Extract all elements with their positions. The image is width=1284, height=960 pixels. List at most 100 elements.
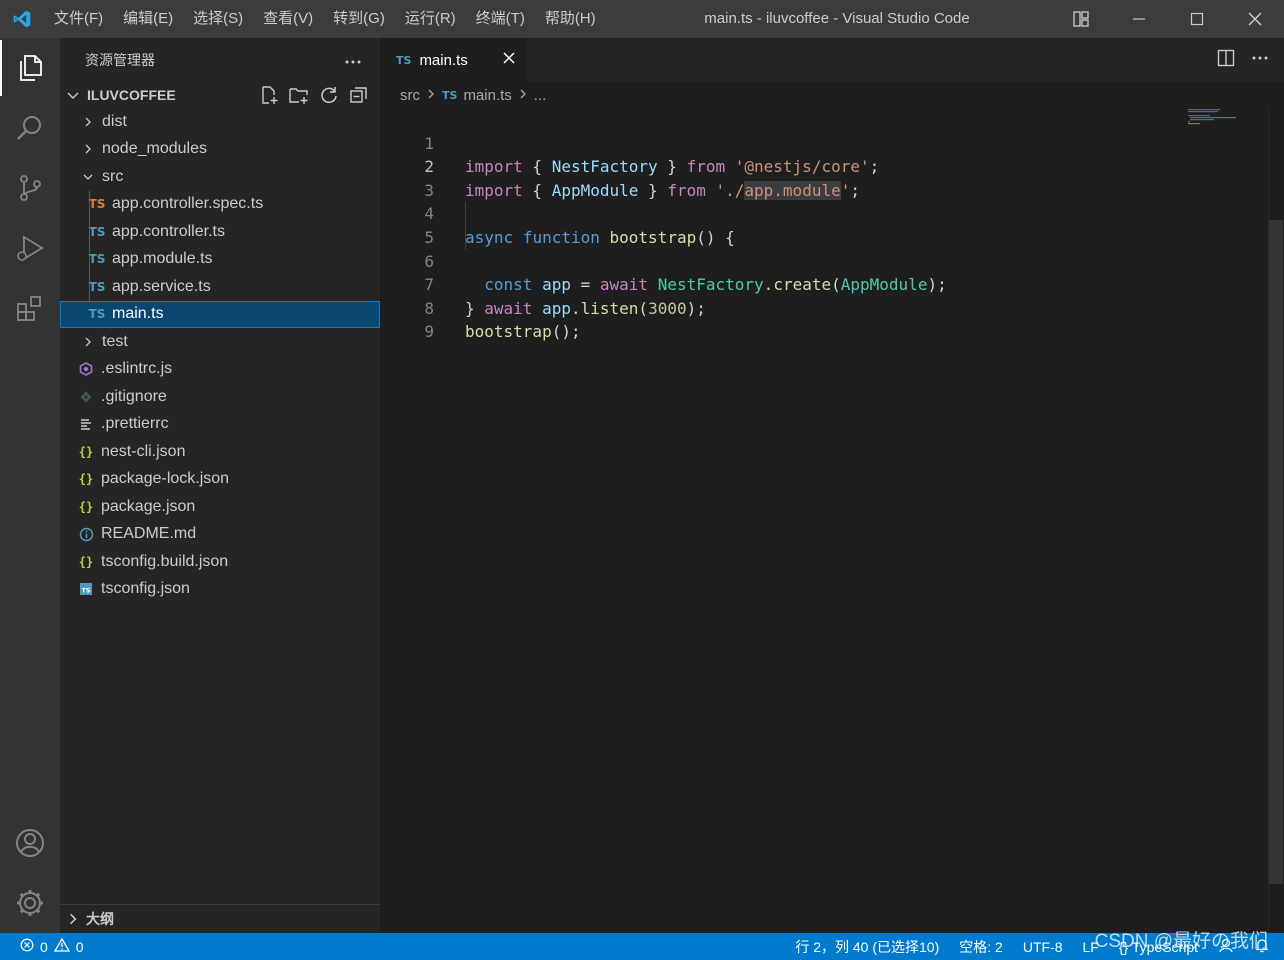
- tree-item-readme[interactable]: README.md: [60, 521, 380, 549]
- minimap[interactable]: [1188, 108, 1268, 128]
- end-of-line[interactable]: LF: [1083, 939, 1099, 955]
- indent-guide: [465, 202, 466, 226]
- typescript-icon: TS: [88, 224, 106, 239]
- tree-item-prettierrc[interactable]: .prettierrc: [60, 411, 380, 439]
- explorer-icon[interactable]: [0, 40, 60, 96]
- tree-item-app-controller[interactable]: TS app.controller.ts: [60, 218, 380, 246]
- file-tree: dist node_modules src TS app.controller.…: [60, 108, 380, 603]
- more-actions-icon[interactable]: [1250, 48, 1270, 71]
- tree-item-label: .prettierrc: [101, 415, 169, 433]
- json-icon: {}: [78, 472, 94, 487]
- tree-item-label: app.service.ts: [112, 277, 211, 295]
- more-actions-icon[interactable]: [344, 53, 362, 68]
- tree-item-label: .gitignore: [101, 387, 167, 405]
- close-window-icon[interactable]: [1226, 0, 1284, 38]
- breadcrumb: src TS main.ts ...: [380, 82, 1284, 108]
- menu-help[interactable]: 帮助(H): [535, 0, 606, 38]
- json-icon: {}: [78, 554, 94, 569]
- menu-go[interactable]: 转到(G): [323, 0, 395, 38]
- line-number: 9: [424, 322, 434, 342]
- menu-file[interactable]: 文件(F): [44, 0, 113, 38]
- tree-item-package-lock-json[interactable]: {} package-lock.json: [60, 466, 380, 494]
- scrollbar-thumb[interactable]: [1269, 220, 1283, 884]
- menu-edit[interactable]: 编辑(E): [113, 0, 183, 38]
- typescript-icon: TS: [396, 53, 412, 67]
- feedback-icon[interactable]: [1218, 937, 1234, 956]
- chevron-down-icon: [67, 92, 79, 99]
- cursor-position[interactable]: 行 2，列 40 (已选择10): [795, 937, 939, 957]
- menu-terminal[interactable]: 终端(T): [466, 0, 535, 38]
- code-line: 9: [380, 297, 1268, 341]
- extensions-icon[interactable]: [0, 280, 60, 336]
- breadcrumb-folder[interactable]: src: [400, 87, 420, 104]
- project-section-header[interactable]: ILUVCOFFEE: [60, 82, 380, 108]
- tab-main-ts[interactable]: TS main.ts: [380, 38, 527, 82]
- close-tab-icon[interactable]: [501, 50, 517, 69]
- notifications-bell-icon[interactable]: [1254, 937, 1270, 956]
- breadcrumb-file[interactable]: main.ts: [463, 87, 511, 104]
- menu-view[interactable]: 查看(V): [253, 0, 323, 38]
- tree-item-dist[interactable]: dist: [60, 108, 380, 136]
- collapse-all-icon[interactable]: [348, 84, 370, 109]
- info-icon: [77, 527, 95, 542]
- search-icon[interactable]: [0, 100, 60, 156]
- explorer-sidebar: 资源管理器 ILUVCOFFEE dist node_modules src T…: [60, 38, 380, 933]
- indent-guide: [465, 225, 466, 250]
- warning-icon: [53, 937, 70, 955]
- maximize-icon[interactable]: [1168, 0, 1226, 38]
- encoding[interactable]: UTF-8: [1023, 939, 1063, 955]
- tree-item-label: nest-cli.json: [101, 442, 186, 460]
- new-file-icon[interactable]: [258, 84, 280, 109]
- vertical-scrollbar[interactable]: [1268, 108, 1284, 933]
- menu-run[interactable]: 运行(R): [395, 0, 466, 38]
- code-line: 8 bootstrap();: [380, 273, 1268, 342]
- typescript-icon: TS: [88, 197, 106, 212]
- json-icon: {}: [78, 499, 94, 514]
- indentation[interactable]: 空格: 2: [959, 937, 1003, 957]
- explorer-title: 资源管理器: [85, 52, 155, 68]
- tree-item-main-ts[interactable]: TS main.ts: [60, 300, 380, 328]
- eslint-icon: [77, 362, 95, 377]
- tree-item-label: package-lock.json: [101, 470, 230, 488]
- outline-title: 大纲: [86, 911, 114, 927]
- menu-bar: 文件(F) 编辑(E) 选择(S) 查看(V) 转到(G) 运行(R) 终端(T…: [44, 0, 606, 38]
- menu-selection[interactable]: 选择(S): [183, 0, 253, 38]
- tree-item-app-module[interactable]: TS app.module.ts: [60, 245, 380, 273]
- json-icon: {}: [78, 444, 94, 459]
- minimize-icon[interactable]: [1110, 0, 1168, 38]
- tree-item-package-json[interactable]: {} package.json: [60, 493, 380, 521]
- code-line: 4 async function bootstrap() {: [380, 179, 1268, 247]
- tree-item-node-modules[interactable]: node_modules: [60, 136, 380, 164]
- tree-item-app-service[interactable]: TS app.service.ts: [60, 273, 380, 301]
- breadcrumb-more[interactable]: ...: [534, 87, 547, 104]
- code-editor[interactable]: 1 import { NestFactory } from '@nestjs/c…: [380, 108, 1268, 933]
- outline-section-header[interactable]: 大纲: [60, 904, 380, 933]
- tree-item-tsconfig-json[interactable]: TS tsconfig.json: [60, 576, 380, 604]
- chevron-right-icon: [80, 336, 96, 348]
- problems-indicator[interactable]: 0 0: [0, 937, 84, 955]
- account-icon[interactable]: [0, 815, 60, 871]
- split-editor-icon[interactable]: [1216, 48, 1236, 71]
- tree-item-src[interactable]: src: [60, 163, 380, 191]
- new-folder-icon[interactable]: [288, 84, 310, 109]
- tree-item-label: src: [102, 167, 124, 185]
- tsconfig-icon: TS: [77, 582, 95, 596]
- tree-item-app-controller-spec[interactable]: TS app.controller.spec.ts: [60, 190, 380, 218]
- indent-guide: [89, 273, 90, 301]
- tree-item-test[interactable]: test: [60, 328, 380, 356]
- run-debug-icon[interactable]: [0, 220, 60, 276]
- layout-toggle-icon[interactable]: [1052, 0, 1110, 38]
- git-icon: [77, 390, 95, 404]
- source-control-icon[interactable]: [0, 160, 60, 216]
- tree-item-eslintrc[interactable]: .eslintrc.js: [60, 356, 380, 384]
- settings-gear-icon[interactable]: [0, 875, 60, 931]
- indent-guide: [89, 190, 90, 218]
- tree-item-label: dist: [102, 112, 127, 130]
- refresh-icon[interactable]: [318, 84, 340, 109]
- editor-area: TS main.ts src TS main.ts ... 1 import {…: [380, 38, 1284, 933]
- tree-item-tsconfig-build-json[interactable]: {} tsconfig.build.json: [60, 548, 380, 576]
- tree-item-gitignore[interactable]: .gitignore: [60, 383, 380, 411]
- indent-guide: [89, 218, 90, 246]
- tree-item-nest-cli-json[interactable]: {} nest-cli.json: [60, 438, 380, 466]
- language-mode[interactable]: {} TypeScript: [1119, 939, 1198, 955]
